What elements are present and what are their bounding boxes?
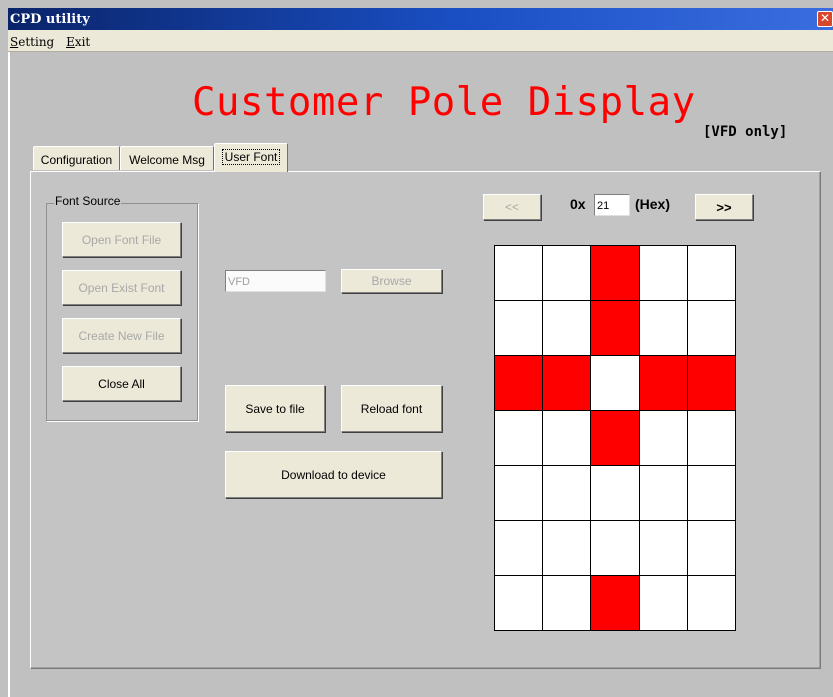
app-title: Customer Pole Display (192, 80, 696, 125)
download-to-device-button[interactable]: Download to device (225, 451, 442, 498)
font-pixel-cell[interactable] (639, 521, 687, 575)
char-code-input[interactable] (594, 194, 630, 216)
font-pixel-cell[interactable] (495, 246, 543, 300)
tab-welcome-msg-label: Welcome Msg (129, 153, 205, 167)
font-pixel-cell[interactable] (495, 521, 543, 575)
save-to-file-button[interactable]: Save to file (225, 385, 325, 432)
menu-exit-label: xit (74, 35, 91, 49)
font-source-label: Font Source (54, 194, 122, 208)
font-pixel-cell[interactable] (687, 411, 735, 465)
next-char-button[interactable]: >> (695, 194, 753, 220)
menu-exit-accel: E (66, 35, 75, 49)
tab-configuration-label: Configuration (40, 153, 113, 167)
font-pixel-cell[interactable] (495, 411, 543, 465)
prev-char-button[interactable]: << (483, 194, 541, 220)
font-pixel-cell[interactable] (687, 521, 735, 575)
font-pixel-cell[interactable] (591, 356, 639, 410)
close-icon[interactable]: ✕ (817, 11, 833, 27)
create-new-file-button[interactable]: Create New File (62, 318, 181, 353)
title-bar: CPD utility ✕ (8, 8, 833, 30)
font-pixel-cell[interactable] (687, 466, 735, 520)
font-pixel-cell[interactable] (591, 466, 639, 520)
hex-prefix: 0x (570, 196, 586, 212)
font-pixel-cell[interactable] (591, 411, 639, 465)
font-pixel-cell[interactable] (591, 576, 639, 630)
menu-setting-label: etting (18, 35, 55, 49)
menu-setting-accel: S (10, 35, 19, 49)
tab-welcome-msg[interactable]: Welcome Msg (120, 146, 214, 170)
font-pixel-cell[interactable] (543, 576, 591, 630)
font-pixel-cell[interactable] (639, 246, 687, 300)
font-pixel-cell[interactable] (543, 466, 591, 520)
menu-setting[interactable]: Setting (10, 35, 54, 49)
font-pixel-cell[interactable] (495, 576, 543, 630)
font-pixel-cell[interactable] (591, 246, 639, 300)
font-pixel-cell[interactable] (591, 301, 639, 355)
font-pixel-cell[interactable] (687, 356, 735, 410)
font-pixel-cell[interactable] (639, 301, 687, 355)
browse-button[interactable]: Browse (341, 269, 442, 293)
font-pixel-cell[interactable] (639, 356, 687, 410)
font-pixel-cell[interactable] (687, 301, 735, 355)
font-pixel-cell[interactable] (495, 356, 543, 410)
tab-user-font-label: User Font (221, 149, 281, 165)
font-path-input[interactable] (225, 270, 326, 292)
font-pixel-cell[interactable] (639, 411, 687, 465)
hex-suffix: (Hex) (635, 196, 671, 212)
tab-configuration[interactable]: Configuration (33, 146, 120, 170)
font-pixel-cell[interactable] (543, 411, 591, 465)
font-pixel-cell[interactable] (687, 576, 735, 630)
font-pixel-cell[interactable] (543, 356, 591, 410)
font-pixel-cell[interactable] (543, 301, 591, 355)
font-pixel-cell[interactable] (639, 576, 687, 630)
font-pixel-cell[interactable] (495, 466, 543, 520)
open-exist-font-button[interactable]: Open Exist Font (62, 270, 181, 305)
menu-exit[interactable]: Exit (66, 35, 90, 49)
font-pixel-cell[interactable] (687, 246, 735, 300)
menu-bar: Setting Exit (8, 30, 833, 52)
reload-font-button[interactable]: Reload font (341, 385, 442, 432)
font-pixel-grid (494, 245, 736, 631)
open-font-file-button[interactable]: Open Font File (62, 222, 181, 257)
window-title: CPD utility (10, 12, 90, 27)
vfd-only-note: [VFD only] (703, 124, 788, 140)
font-pixel-cell[interactable] (543, 246, 591, 300)
font-pixel-cell[interactable] (639, 466, 687, 520)
tab-user-font[interactable]: User Font (214, 143, 288, 172)
font-pixel-cell[interactable] (495, 301, 543, 355)
font-pixel-cell[interactable] (591, 521, 639, 575)
font-pixel-cell[interactable] (543, 521, 591, 575)
close-all-button[interactable]: Close All (62, 366, 181, 401)
